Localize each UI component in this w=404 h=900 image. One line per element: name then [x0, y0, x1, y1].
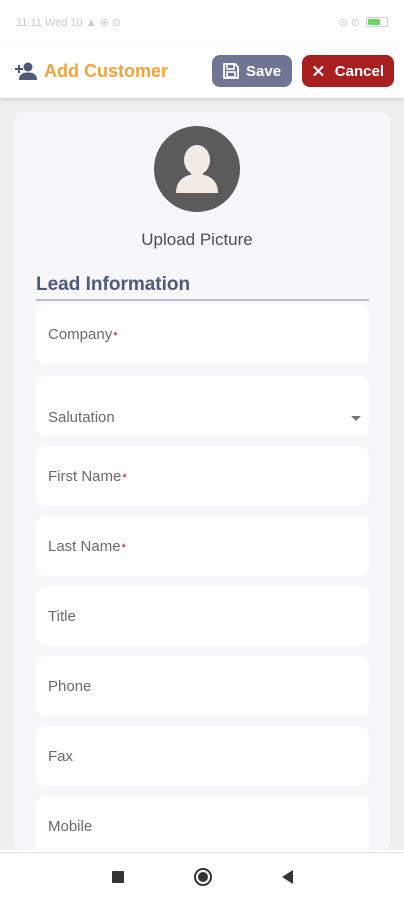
- battery-icon: [366, 17, 388, 27]
- page-title: Add Customer: [44, 60, 169, 81]
- back-triangle-icon[interactable]: [281, 869, 293, 884]
- square-icon[interactable]: [111, 870, 124, 883]
- field-label: Company: [48, 325, 113, 343]
- section-divider: [36, 299, 369, 301]
- field-label: Phone: [48, 677, 92, 695]
- system-nav-bar: [0, 852, 404, 900]
- user-silhouette-icon: [176, 145, 218, 193]
- chevron-down-icon: [351, 416, 361, 421]
- field-label: Title: [48, 607, 76, 625]
- app-header: Add Customer Save Cancel: [0, 44, 404, 98]
- first-name-field[interactable]: First Name *: [36, 446, 369, 506]
- upload-picture-link[interactable]: Upload Picture: [14, 230, 380, 250]
- status-icons: ⊙ ⊙: [338, 16, 361, 29]
- company-field[interactable]: Company *: [36, 304, 369, 364]
- title-field[interactable]: Title: [36, 586, 369, 646]
- save-button[interactable]: Save: [212, 55, 292, 87]
- avatar[interactable]: [154, 126, 240, 212]
- field-label: Last Name: [48, 537, 121, 555]
- fax-field[interactable]: Fax: [36, 726, 369, 786]
- add-person-icon: [14, 59, 38, 83]
- save-label: Save: [246, 62, 282, 80]
- phone-field[interactable]: Phone: [36, 656, 369, 716]
- status-left: 11:11 Wed 10 ▲ ⊕ ⊙: [16, 16, 121, 29]
- field-label: Mobile: [48, 817, 93, 835]
- circle-icon[interactable]: [193, 867, 212, 886]
- form-card: Upload Picture Lead Information Company …: [14, 112, 390, 850]
- close-icon: [313, 65, 324, 77]
- field-label: First Name: [48, 467, 122, 485]
- field-label: Fax: [48, 747, 74, 765]
- status-bar: 11:11 Wed 10 ▲ ⊕ ⊙ ⊙ ⊙: [0, 0, 404, 44]
- field-label: Salutation: [48, 409, 115, 426]
- form-content[interactable]: Upload Picture Lead Information Company …: [0, 98, 404, 850]
- section-title: Lead Information: [36, 274, 191, 295]
- cancel-label: Cancel: [334, 62, 384, 80]
- floppy-disk-icon: [223, 63, 239, 79]
- cancel-button[interactable]: Cancel: [302, 55, 394, 87]
- status-right: ⊙ ⊙: [338, 16, 388, 29]
- last-name-field[interactable]: Last Name *: [36, 516, 369, 576]
- required-marker: *: [113, 330, 118, 342]
- salutation-select[interactable]: Salutation: [36, 376, 369, 436]
- status-time: 11:11 Wed 10 ▲ ⊕ ⊙: [16, 16, 122, 29]
- mobile-field[interactable]: Mobile: [36, 796, 369, 850]
- required-marker: *: [121, 542, 126, 554]
- required-marker: *: [122, 472, 127, 484]
